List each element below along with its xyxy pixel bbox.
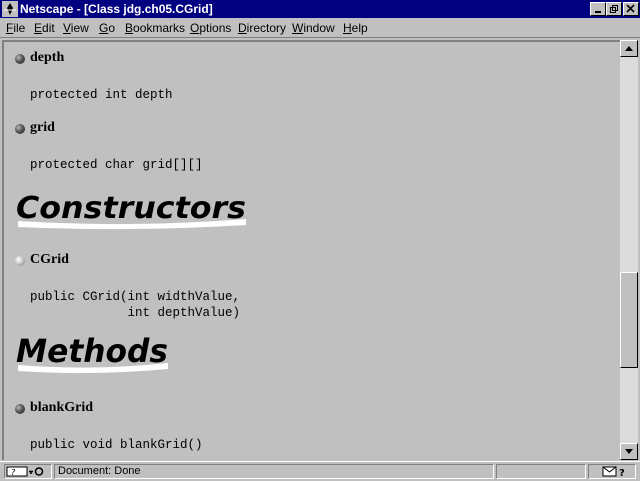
- scroll-up-icon: [625, 46, 633, 51]
- menu-go[interactable]: Go: [99, 21, 115, 35]
- methods-heading-text: Methods: [16, 332, 168, 370]
- method-name: blankGrid: [30, 400, 94, 415]
- constructors-heading-text: Constructors: [16, 191, 246, 226]
- menu-file[interactable]: File: [6, 21, 25, 35]
- menu-bookmarks[interactable]: Bookmarks: [125, 21, 185, 35]
- variable-declaration: protected int depth: [30, 88, 173, 102]
- variable-name: depth: [30, 50, 65, 65]
- status-message-panel: [54, 464, 494, 479]
- menu-options[interactable]: Options: [190, 21, 231, 35]
- vertical-scrollbar[interactable]: [620, 40, 638, 460]
- scroll-down-icon: [625, 449, 633, 454]
- svg-text:?: ?: [619, 468, 625, 478]
- scroll-up-button[interactable]: [620, 40, 638, 57]
- progress-panel: [496, 464, 586, 479]
- maximize-icon: [610, 5, 618, 13]
- method-declaration: public void blankGrid(): [30, 438, 203, 452]
- minimize-button[interactable]: [590, 2, 606, 16]
- variable-bullet-icon: [15, 124, 25, 134]
- netscape-app-icon[interactable]: [2, 1, 18, 17]
- close-button[interactable]: [623, 2, 639, 16]
- security-key-icon: ?: [6, 466, 44, 477]
- variable-bullet-icon: [15, 54, 25, 64]
- title-bar[interactable]: Netscape - [Class jdg.ch05.CGrid]: [0, 0, 640, 18]
- document-content[interactable]: depth protected int depth grid protected…: [2, 40, 620, 460]
- constructor-bullet-icon: [15, 256, 25, 266]
- menu-window[interactable]: Window: [292, 21, 335, 35]
- methods-heading-image: Methods: [16, 332, 168, 374]
- maximize-button[interactable]: [606, 2, 622, 16]
- variable-name: grid: [30, 120, 55, 135]
- menu-help[interactable]: Help: [343, 21, 368, 35]
- variable-declaration: protected char grid[][]: [30, 158, 203, 172]
- constructor-declaration: public CGrid(int widthValue, int depthVa…: [30, 290, 241, 320]
- constructor-name: CGrid: [30, 252, 69, 267]
- menu-view[interactable]: View: [63, 21, 89, 35]
- window-title: Netscape - [Class jdg.ch05.CGrid]: [20, 2, 213, 16]
- mail-indicator[interactable]: ?: [588, 464, 636, 479]
- menu-bar: File Edit View Go Bookmarks Options Dire…: [0, 18, 640, 38]
- minimize-icon: [595, 11, 601, 13]
- scroll-down-button[interactable]: [620, 443, 638, 460]
- scrollbar-thumb[interactable]: [620, 272, 638, 368]
- constructors-heading-image: Constructors: [16, 191, 246, 230]
- menu-edit[interactable]: Edit: [34, 21, 55, 35]
- method-bullet-icon: [15, 404, 25, 414]
- mail-icon: ?: [602, 466, 625, 479]
- close-icon: [626, 4, 635, 13]
- security-indicator[interactable]: ?: [4, 464, 52, 479]
- menu-directory[interactable]: Directory: [238, 21, 286, 35]
- status-bar: ? Document: Done ?: [0, 461, 640, 480]
